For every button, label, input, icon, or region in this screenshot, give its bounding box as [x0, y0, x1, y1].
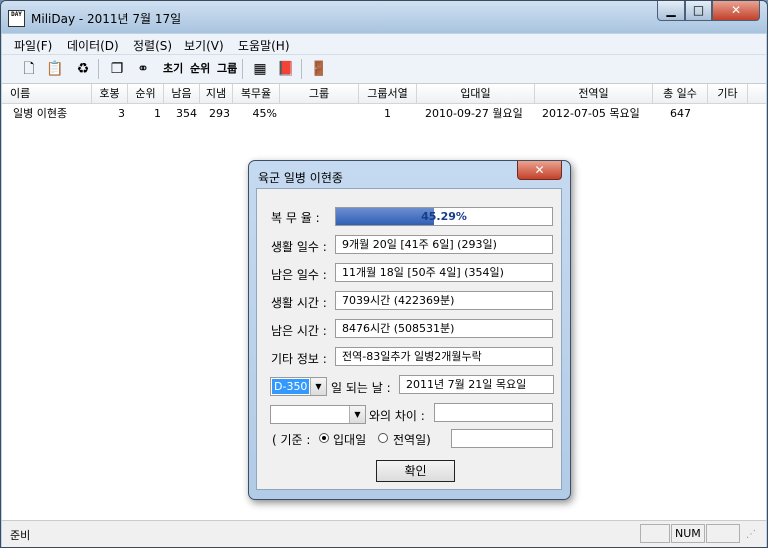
cell-discharge-date: 2012-07-05 목요일	[542, 107, 640, 120]
discharge-radio-label[interactable]: 전역일)	[393, 431, 431, 448]
exit-door-icon[interactable]: 🚪	[308, 59, 330, 79]
col-total-days[interactable]: 총 일수	[653, 84, 708, 103]
col-group[interactable]: 그룹	[280, 84, 359, 103]
soldier-detail-dialog: 육군 일병 이현종 ✕ 복 무 율 : 45.29% 생활 일수 : 9개월 2…	[248, 160, 571, 500]
cell-step: 3	[118, 107, 125, 120]
resize-grip-icon[interactable]: ⋰	[746, 529, 756, 540]
dday-select[interactable]: D-350 ▼	[270, 377, 327, 396]
lived-time-label: 생활 시간 :	[271, 296, 327, 310]
dialog-body: 복 무 율 : 45.29% 생활 일수 : 9개월 20일 [41주 6일] …	[256, 188, 562, 490]
lived-days-field[interactable]: 9개월 20일 [41주 6일] (293일)	[335, 235, 553, 254]
group-button[interactable]: 그룹	[216, 59, 238, 79]
diff-label: 와의 차이 :	[369, 409, 425, 423]
col-enlist-date[interactable]: 입대일	[417, 84, 535, 103]
book-icon[interactable]: 📕	[275, 59, 297, 79]
rank-button[interactable]: 순위	[189, 59, 211, 79]
etc-info-field[interactable]: 전역-83일추가 일병2개월누락	[335, 347, 553, 366]
lived-time-field[interactable]: 7039시간 (422369분)	[335, 291, 553, 310]
status-text: 준비	[10, 529, 31, 542]
col-passed[interactable]: 지냄	[200, 84, 233, 103]
maximize-button[interactable]: □	[685, 1, 712, 21]
menu-data[interactable]: 데이터(D)	[67, 37, 119, 54]
cell-total-days: 647	[670, 107, 691, 120]
cell-enlist-date: 2010-09-27 월요일	[425, 107, 523, 120]
cell-etc	[708, 104, 748, 123]
col-rate[interactable]: 복무율	[233, 84, 280, 103]
cell-group	[280, 104, 359, 123]
col-discharge-date[interactable]: 전역일	[535, 84, 653, 103]
diff-result-field[interactable]	[434, 403, 553, 422]
window-title: MiliDay - 2011년 7월 17일	[31, 12, 182, 26]
status-pane	[640, 524, 670, 543]
copy-icon[interactable]: ❐	[106, 59, 128, 79]
col-rank[interactable]: 순위	[128, 84, 164, 103]
menu-sort[interactable]: 정렬(S)	[133, 37, 172, 54]
status-bar: 준비 NUM ⋰	[2, 520, 766, 547]
cell-rank: 1	[154, 107, 161, 120]
toolbar-separator	[98, 59, 99, 79]
list-header: 이름 호봉 순위 남음 지냄 복무율 그룹 그룹서열 입대일 전역일 총 일수 …	[2, 84, 766, 104]
enlist-radio[interactable]	[319, 433, 329, 443]
rate-label: 복 무 율 :	[271, 211, 320, 225]
cell-group-order: 1	[384, 107, 391, 120]
calculator-icon[interactable]: ▦	[249, 59, 271, 79]
chevron-down-icon[interactable]: ▼	[310, 378, 326, 395]
left-days-label: 남은 일수 :	[271, 268, 327, 282]
service-rate-progress: 45.29%	[335, 207, 553, 226]
discharge-radio[interactable]	[378, 433, 388, 443]
cell-rate: 45%	[252, 107, 277, 120]
close-button[interactable]: ✕	[712, 1, 760, 21]
cell-left: 354	[176, 107, 197, 120]
recycle-icon[interactable]: ♻	[72, 59, 94, 79]
col-etc[interactable]: 기타	[708, 84, 748, 103]
etc-info-label: 기타 정보 :	[271, 352, 327, 366]
left-time-label: 남은 시간 :	[271, 324, 327, 338]
title-bar[interactable]: DAY MiliDay - 2011년 7월 17일 ▁ □ ✕	[1, 1, 767, 33]
open-icon[interactable]: 📋	[44, 59, 66, 79]
toolbar-separator	[301, 59, 302, 79]
binoculars-icon[interactable]: ⚭	[132, 59, 154, 79]
chevron-down-icon[interactable]: ▼	[349, 406, 365, 423]
menu-help[interactable]: 도움말(H)	[238, 37, 290, 54]
lived-days-label: 생활 일수 :	[271, 240, 327, 254]
col-name[interactable]: 이름	[2, 84, 92, 103]
minimize-button[interactable]: ▁	[657, 1, 685, 21]
dday-select-value: D-350	[272, 379, 310, 394]
toolbar-separator	[242, 59, 243, 79]
left-days-field[interactable]: 11개월 18일 [50주 4일] (354일)	[335, 263, 553, 282]
cell-name: 일병 이현종	[13, 107, 68, 120]
col-group-order[interactable]: 그룹서열	[359, 84, 417, 103]
dialog-close-button[interactable]: ✕	[517, 161, 562, 180]
cell-passed: 293	[209, 107, 230, 120]
menu-view[interactable]: 보기(V)	[184, 37, 224, 54]
base-label: ( 기준 :	[272, 433, 311, 447]
col-step[interactable]: 호봉	[92, 84, 128, 103]
dday-result-field[interactable]: 2011년 7월 21일 목요일	[399, 375, 554, 394]
col-left[interactable]: 남음	[164, 84, 200, 103]
menu-file[interactable]: 파일(F)	[14, 37, 52, 54]
diff-select[interactable]: ▼	[270, 405, 366, 424]
table-row[interactable]: 일병 이현종 3 1 354 293 45% 1 2010-09-27 월요일 …	[2, 104, 766, 123]
base-result-field[interactable]	[451, 429, 553, 448]
diff-select-value	[272, 407, 276, 422]
left-time-field[interactable]: 8476시간 (508531분)	[335, 319, 553, 338]
reset-button[interactable]: 초기	[162, 59, 184, 79]
enlist-radio-label[interactable]: 입대일	[333, 431, 366, 448]
new-file-icon[interactable]: 🗋	[18, 59, 40, 79]
progress-value: 45.29%	[421, 210, 467, 223]
ok-button[interactable]: 확인	[376, 460, 455, 482]
status-pane	[706, 524, 740, 543]
dday-label: 일 되는 날 :	[331, 381, 391, 395]
toolbar: 🗋 📋 ♻ ❐ ⚭ 초기 순위 그룹 ▦ 📕 🚪	[2, 55, 766, 84]
app-icon[interactable]: DAY	[8, 10, 25, 27]
status-num: NUM	[671, 524, 705, 543]
dialog-title: 육군 일병 이현종	[258, 171, 343, 185]
menu-bar: 파일(F) 데이터(D) 정렬(S) 보기(V) 도움말(H)	[2, 34, 766, 55]
